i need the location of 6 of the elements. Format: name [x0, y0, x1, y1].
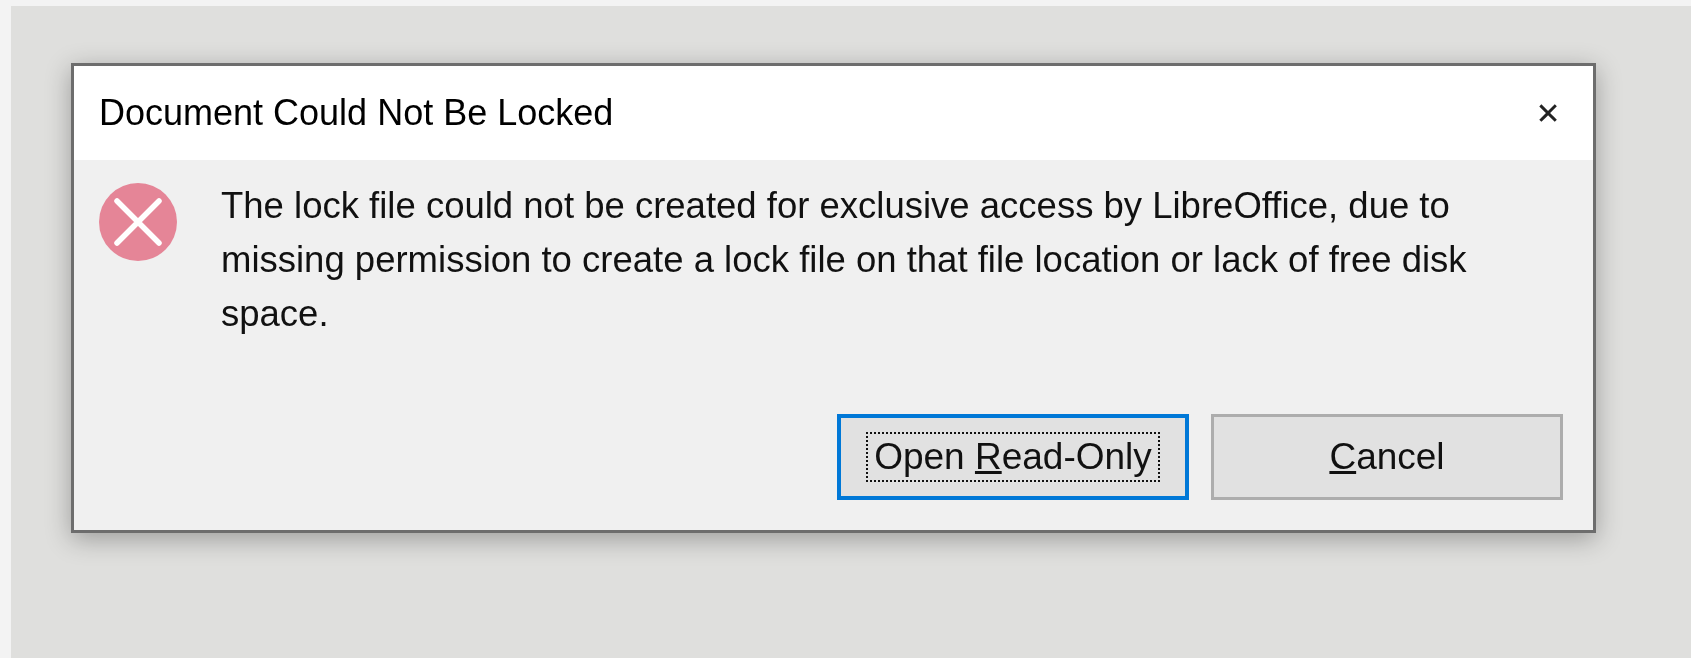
cancel-button[interactable]: Cancel	[1211, 414, 1563, 500]
open-read-only-button[interactable]: Open Read-Only	[837, 414, 1189, 500]
error-message: The lock file could not be created for exclusive access by LibreOffice, due to missing permission to create a lock file on that file location or lack of free disk space.	[221, 184, 1468, 336]
window-title: Document Could Not Be Locked	[99, 92, 614, 134]
error-icon	[99, 183, 177, 261]
close-button[interactable]: ✕	[1503, 66, 1593, 160]
